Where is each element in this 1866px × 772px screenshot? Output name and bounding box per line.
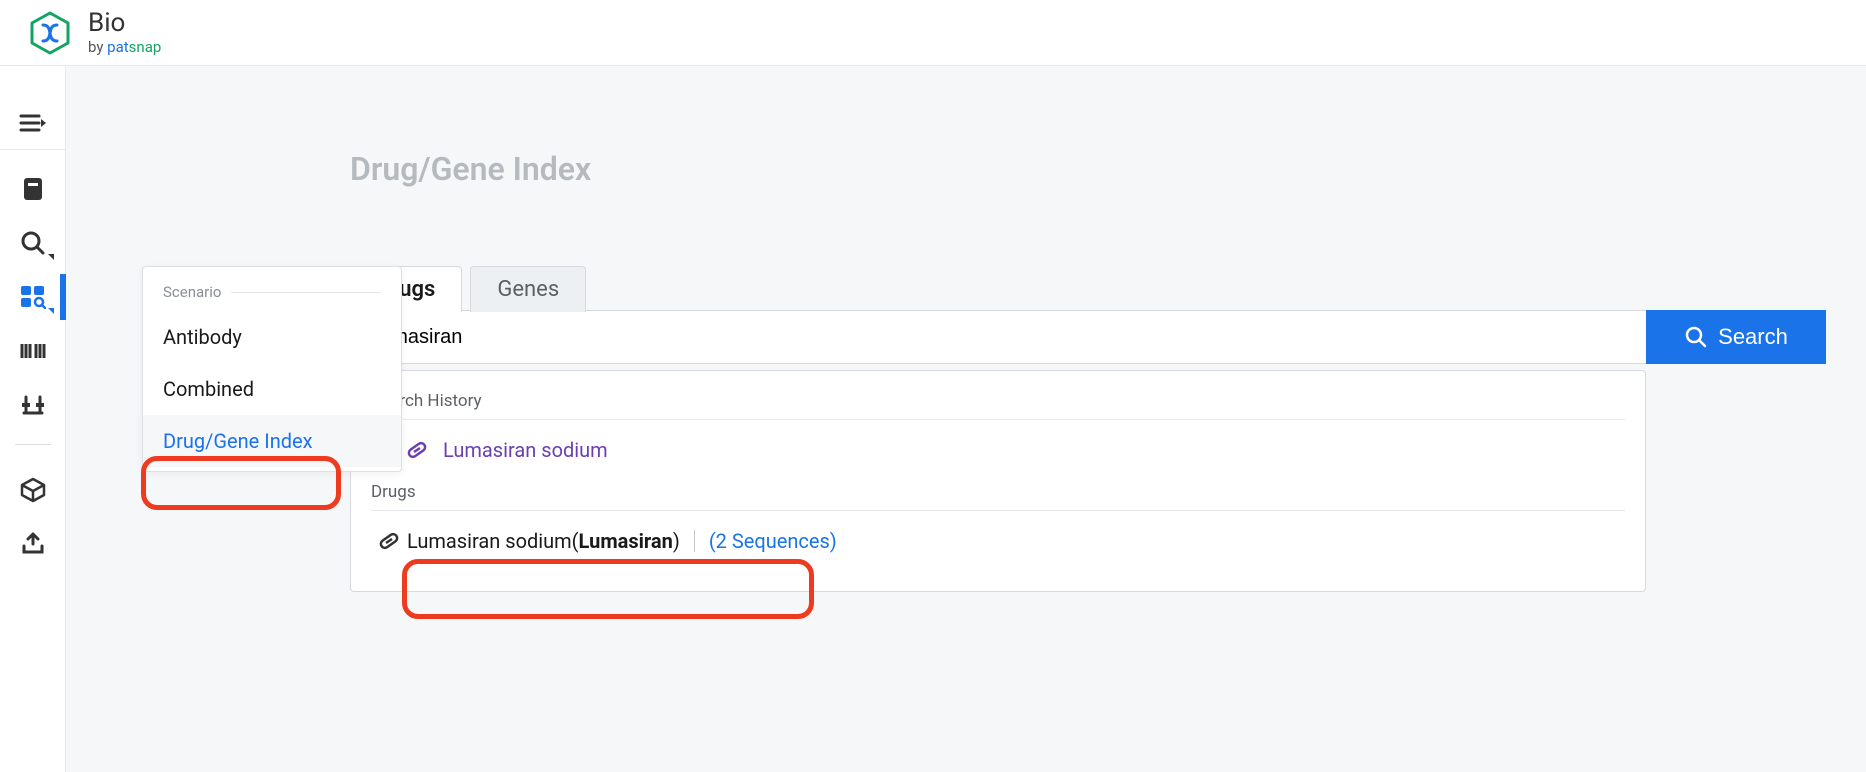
dropdown-item-antibody[interactable]: Antibody [143,311,401,363]
scenario-dropdown: Scenario Antibody Combined Drug/Gene Ind… [142,266,402,472]
search-input[interactable] [350,310,1646,364]
drug-item-text[interactable]: Lumasiran sodium(Lumasiran) [407,529,680,553]
drugs-label: Drugs [371,476,1625,511]
search-bar: Search [350,310,1826,364]
dropdown-item-drug-gene-index[interactable]: Drug/Gene Index [143,415,401,467]
pill-icon [399,438,435,462]
nav-barcode-icon[interactable] [0,324,66,378]
nav-search-icon[interactable] [0,216,66,270]
dropdown-item-combined[interactable]: Combined [143,363,401,415]
dropdown-header: Scenario [143,267,401,311]
nav-tools-icon[interactable] [0,378,66,432]
history-row[interactable]: Lumasiran sodium [371,420,1625,476]
brand-byline: by patsnap [88,38,161,56]
left-nav-rail [0,66,66,772]
results-panel: Search History Lumasiran sodium Drugs Lu… [350,370,1646,592]
search-button[interactable]: Search [1646,310,1826,364]
app-header: Bio by patsnap [0,0,1866,66]
nav-upload-icon[interactable] [0,517,66,571]
drug-row[interactable]: Lumasiran sodium(Lumasiran) (2 Sequences… [371,511,1625,567]
search-history-label: Search History [371,385,1625,420]
page-title: Drug/Gene Index [350,150,591,188]
nav-collapse-icon[interactable] [0,96,66,150]
divider [694,530,695,552]
sequences-link[interactable]: (2 Sequences) [709,529,837,553]
history-item-text[interactable]: Lumasiran sodium [443,438,608,462]
nav-cube-icon[interactable] [0,463,66,517]
rail-divider [15,444,51,445]
brand-block: Bio by patsnap [88,10,161,56]
nav-dashboard-icon[interactable] [0,270,66,324]
tab-genes[interactable]: Genes [470,266,586,312]
main-area: Drug/Gene Index Scenario Antibody Combin… [66,66,1866,772]
nav-document-icon[interactable] [0,162,66,216]
pill-icon [371,529,407,553]
brand-title: Bio [88,10,161,36]
search-icon [1684,325,1708,349]
app-logo-icon [26,9,74,57]
search-button-label: Search [1718,324,1788,350]
